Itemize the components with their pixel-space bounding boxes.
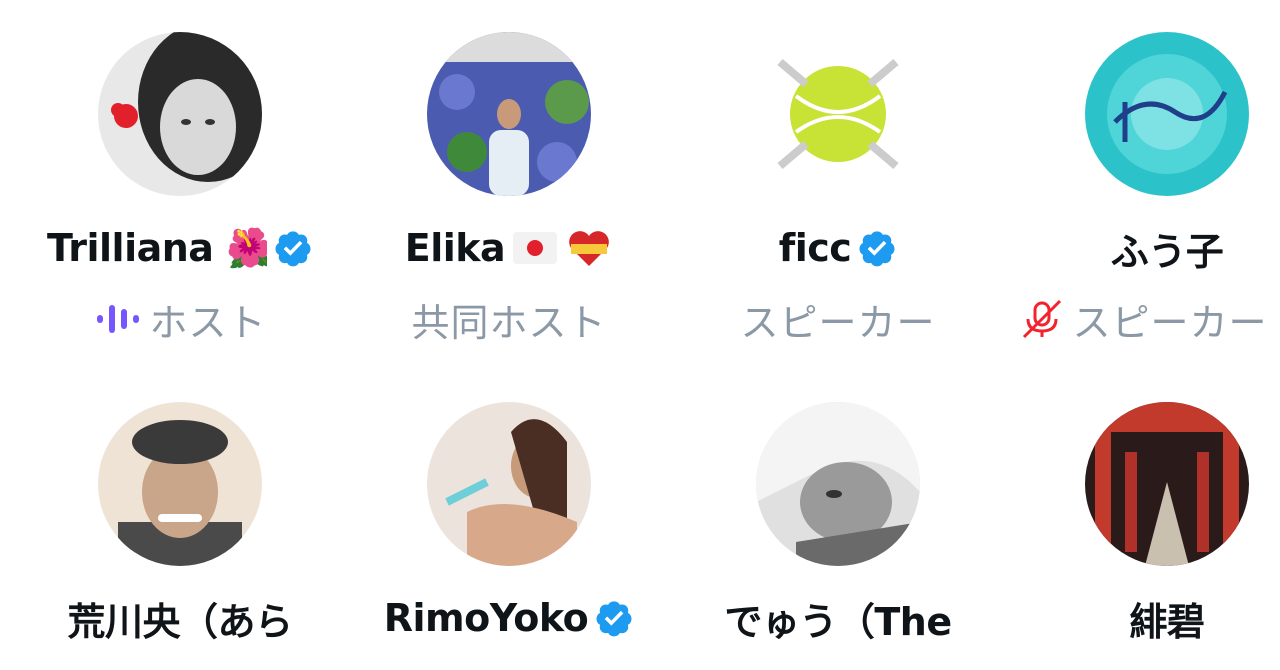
participant-card[interactable]: RimoYoko bbox=[344, 370, 674, 670]
participant-name: ふう子 bbox=[1110, 229, 1224, 274]
participant-name: でゅう（The bbox=[724, 599, 952, 644]
avatar[interactable] bbox=[98, 402, 262, 566]
participant-name: RimoYoko bbox=[383, 596, 589, 640]
participant-role: 共同ホスト bbox=[411, 300, 607, 345]
participant-card[interactable]: ふう子 スピーカー bbox=[1002, 0, 1280, 345]
mic-muted-icon bbox=[1023, 299, 1062, 339]
participant-role: ホスト bbox=[149, 300, 267, 345]
spain-heart-icon bbox=[569, 231, 610, 266]
participant-name: ficc bbox=[778, 226, 852, 270]
participant-name: Elika bbox=[404, 226, 506, 270]
participant-name: Trilliana 🌺 bbox=[47, 225, 267, 270]
avatar[interactable] bbox=[98, 32, 262, 196]
japan-flag-icon bbox=[513, 232, 558, 264]
participant-role: スピーカー bbox=[740, 300, 936, 345]
participant-card[interactable]: Trilliana 🌺 ホスト bbox=[15, 0, 345, 345]
verified-badge-icon bbox=[596, 601, 632, 637]
avatar[interactable] bbox=[427, 402, 591, 566]
avatar[interactable] bbox=[1085, 402, 1249, 566]
participant-name: 荒川央（あら bbox=[67, 599, 293, 644]
avatar[interactable] bbox=[756, 402, 920, 566]
avatar[interactable] bbox=[1085, 32, 1249, 196]
verified-badge-icon bbox=[275, 231, 311, 267]
participant-card[interactable]: ficc スピーカー bbox=[673, 0, 1003, 345]
speaking-wave-icon bbox=[97, 305, 140, 333]
space-participants-grid: Trilliana 🌺 ホスト Elika 共同ホスト ficc スピーカー ふ… bbox=[0, 0, 1280, 670]
participant-role: スピーカー bbox=[1072, 300, 1268, 345]
participant-card[interactable]: でゅう（The bbox=[673, 370, 1003, 670]
participant-name: 緋碧 bbox=[1129, 599, 1205, 644]
avatar[interactable] bbox=[427, 32, 591, 196]
avatar[interactable] bbox=[756, 32, 920, 196]
participant-card[interactable]: 荒川央（あら bbox=[15, 370, 345, 670]
participant-card[interactable]: Elika 共同ホスト bbox=[344, 0, 674, 345]
participant-card[interactable]: 緋碧 bbox=[1002, 370, 1280, 670]
verified-badge-icon bbox=[859, 231, 895, 267]
